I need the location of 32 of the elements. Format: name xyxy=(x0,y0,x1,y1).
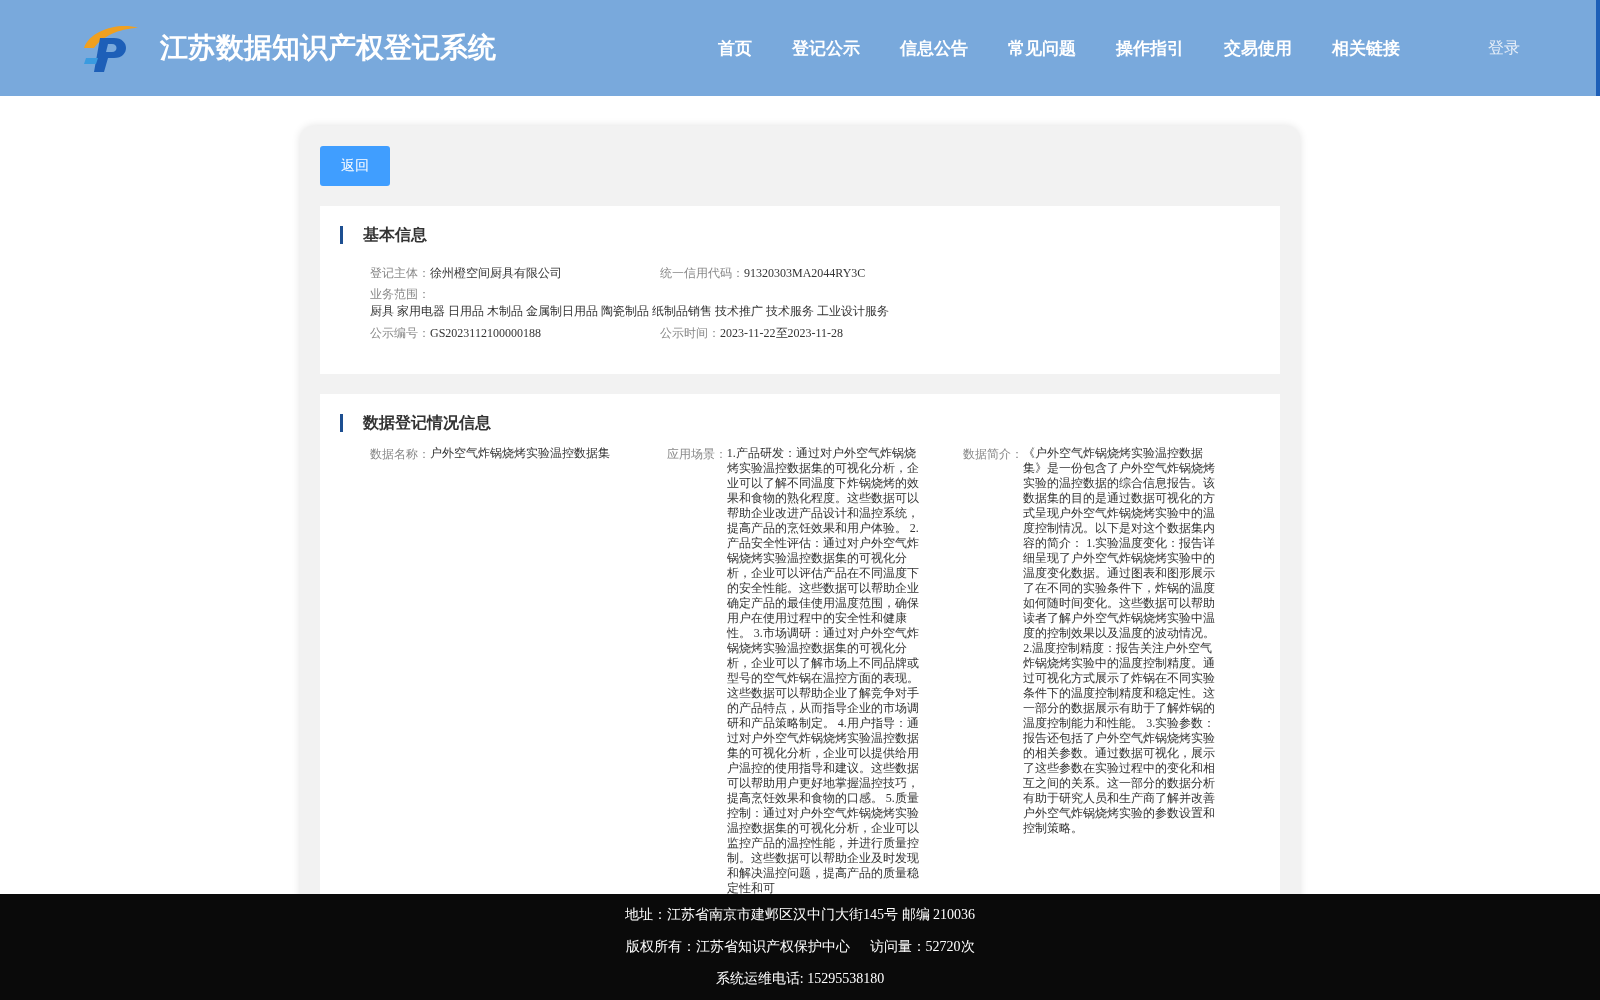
visit-count-text: 访问量：52720次 xyxy=(869,938,975,956)
field-label: 数据名称： xyxy=(370,446,430,463)
field-label: 应用场景： xyxy=(666,446,727,463)
copyright-text: 版权所有：江苏省知识产权保护中心 xyxy=(625,938,850,956)
field-value: GS2023112100000188 xyxy=(430,325,541,340)
field-value: 91320303MA2044RY3C xyxy=(744,265,866,280)
phone-text: 系统运维电话: 15295538180 xyxy=(715,970,885,988)
nav-link[interactable]: 相关链接 xyxy=(1332,36,1400,60)
field-value: 徐州橙空间厨具有限公司 xyxy=(430,265,562,280)
field-value: 2023-11-22至2023-11-28 xyxy=(720,325,844,340)
address-text: 地址：江苏省南京市建邺区汉中门大街145号 邮编 210036 xyxy=(625,906,975,924)
login-link[interactable]: 登录 xyxy=(1488,37,1520,59)
field-value: 户外空气炸锅烧烤实验温控数据集 xyxy=(430,446,611,461)
back-button[interactable]: 返回 xyxy=(320,146,390,186)
field-value: 厨具 家用电器 日用品 木制品 金属制日用品 陶瓷制品 纸制品销售 技术推广 技术服务 工业设计服务 xyxy=(370,304,889,318)
nav-link[interactable]: 信息公告 xyxy=(900,36,968,60)
field-label: 登记主体： xyxy=(370,265,430,280)
nav-link[interactable]: 操作指引 xyxy=(1116,36,1184,60)
field-value: 1.产品研发：通过对户外空气炸锅烧烤实验温控数据集的可视化分析，企业可以了解不同温度下炸锅烧烤的效果和食物的熟化程度。这些数据可以帮助企业改进产品设计和温控系统，提高产品的烹饪效果和用户体验。 2.产品安全性评估：通过对户外空气炸锅烧烤实验温控数据集的可视化分析，企业可以评估产品在不同温度下的安全性能。这些数据可以帮助企业确定产品的最佳使用温度范围，确保用户在使用过程中的安全性和健康性。 3.市场调研：通过对户外空气炸锅烧烤实验温控数据集的可视化分析，企业可以了解市场上不同品牌或型号的空气炸锅在温控方面的表现。这些数据可以帮助企业了解竞争对手的产品特点，从而指导企业的市场调研和产品策略制定。 4.用户指导：通过对户外空气炸锅烧烤实验温控数据集的可视化分析，企业可以提供给用户温控的使用指导和建议。这些数据可以帮助用户更好地掌握温控技巧，提高烹饪效果和食物的口感。 5.质量控制：通过对户外空气炸锅烧烤实验温控数据集的可视化分析，企业可以监控产品的温控性能，并进行质量控制。这些数据可以帮助企业及时发现和解决温控问题，提高产品的质量稳定性和可 xyxy=(726,446,920,894)
nav-link[interactable]: 登记公示 xyxy=(792,36,860,60)
nav-link[interactable]: 交易使用 xyxy=(1224,36,1292,60)
site-title: 江苏数据知识产权登记系统 xyxy=(160,31,496,65)
nav-link[interactable]: 常见问题 xyxy=(1008,36,1076,60)
field-label: 数据简介： xyxy=(963,446,1024,462)
field-label: 公示编号： xyxy=(370,325,430,340)
section-heading: 基本信息 xyxy=(340,226,1260,244)
field-value: 《户外空气炸锅烧烤实验温控数据集》是一份包含了户外空气炸锅烧烤实验的温控数据的综合信息报告。该数据集的目的是通过数据可视化的方式呈现户外空气炸锅烧烤实验中的温度控制情况。以下是对这个数据集内容的简介： 1.实验温度变化：报告详细呈现了户外空气炸锅烧烤实验中的温度变化数据。通过图表和图形展示了在不同的实验条件下，炸锅的温度如何随时间变化。这些数据可以帮助读者了解户外空气炸锅烧烤实验中温度的控制效果以及温度的波动情况。 2.温度控制精度：报告关注户外空气炸锅烧烤实验中的温度控制精度。通过可视化方式展示了炸锅在不同实验条件下的温度控制精度和稳定性。这一部分的数据展示有助于了解炸锅的温度控制能力和性能。 3.实验参数：报告还包括了户外空气炸锅烧烤实验的相关参数。通过数据可视化，展示了这些参数在实验过程中的变化和相互之间的关系。这一部分的数据分析有助于研究人员和生产商了解并改善户外空气炸锅烧烤实验的参数设置和控制策略。 xyxy=(1023,446,1217,836)
field-label: 统一信用代码： xyxy=(660,265,744,280)
section-heading: 数据登记情况信息 xyxy=(340,414,1260,432)
field-label: 公示时间： xyxy=(660,325,720,340)
field-label: 业务范围： xyxy=(370,287,430,301)
nav-link[interactable]: 首页 xyxy=(718,36,752,60)
